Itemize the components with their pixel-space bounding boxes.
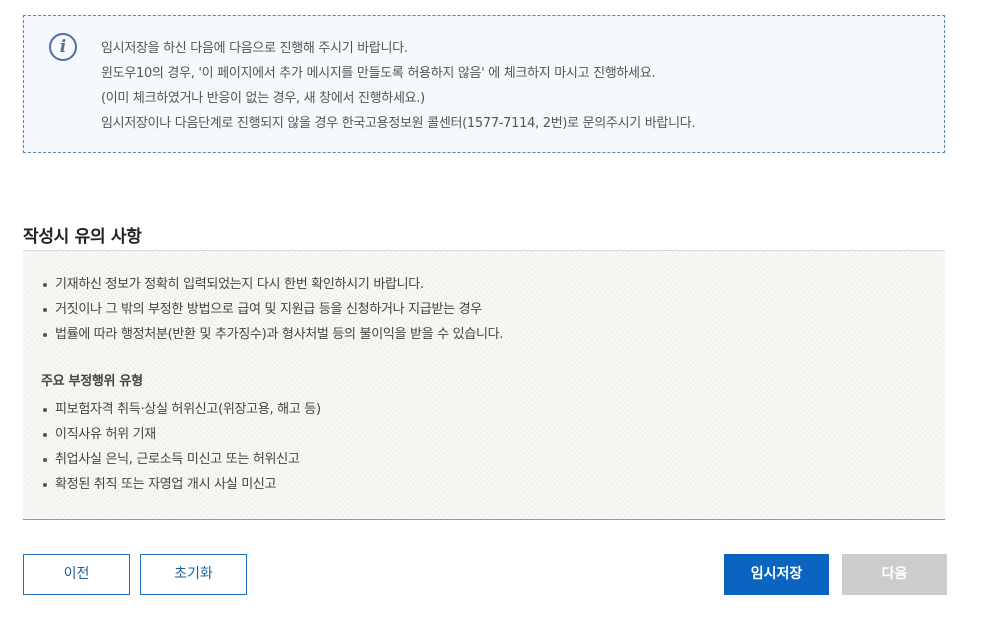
reset-button[interactable]: 초기화 [140, 554, 247, 595]
list-item: 거짓이나 그 밖의 부정한 방법으로 급여 및 지원급 등을 신청하거나 지급받… [41, 297, 503, 322]
notice-line: 임시저장이나 다음단계로 진행되지 않을 경우 한국고용정보원 콜센터(1577… [101, 116, 696, 131]
fraud-types-heading: 주요 부정행위 유형 [41, 374, 143, 389]
fraud-types-list: 피보험자격 취득·상실 허위신고(위장고용, 해고 등) 이직사유 허위 기재 … [41, 397, 321, 497]
notice-text: 임시저장을 하신 다음에 다음으로 진행해 주시기 바랍니다. 윈도우10의 경… [101, 36, 696, 136]
info-icon: i [49, 33, 77, 61]
notice-line: 윈도우10의 경우, '이 페이지에서 추가 메시지를 만들도록 허용하지 않음… [101, 66, 656, 81]
next-button[interactable]: 다음 [842, 554, 947, 595]
caution-list: 기재하신 정보가 정확히 입력되었는지 다시 한번 확인하시기 바랍니다. 거짓… [41, 272, 503, 347]
notice-box: i 임시저장을 하신 다음에 다음으로 진행해 주시기 바랍니다. 윈도우10의… [23, 15, 945, 153]
temp-save-button[interactable]: 임시저장 [724, 554, 829, 595]
list-item: 법률에 따라 행정처분(반환 및 추가징수)과 형사처벌 등의 불이익을 받을 … [41, 322, 503, 347]
caution-box: 기재하신 정보가 정확히 입력되었는지 다시 한번 확인하시기 바랍니다. 거짓… [23, 250, 945, 520]
list-item: 피보험자격 취득·상실 허위신고(위장고용, 해고 등) [41, 397, 321, 422]
list-item: 이직사유 허위 기재 [41, 422, 321, 447]
section-title: 작성시 유의 사항 [23, 227, 142, 247]
list-item: 기재하신 정보가 정확히 입력되었는지 다시 한번 확인하시기 바랍니다. [41, 272, 503, 297]
list-item: 확정된 취직 또는 자영업 개시 사실 미신고 [41, 472, 321, 497]
notice-line: 임시저장을 하신 다음에 다음으로 진행해 주시기 바랍니다. [101, 41, 408, 56]
list-item: 취업사실 은닉, 근로소득 미신고 또는 허위신고 [41, 447, 321, 472]
notice-line: (이미 체크하였거나 반응이 없는 경우, 새 창에서 진행하세요.) [101, 91, 425, 106]
prev-button[interactable]: 이전 [23, 554, 130, 595]
